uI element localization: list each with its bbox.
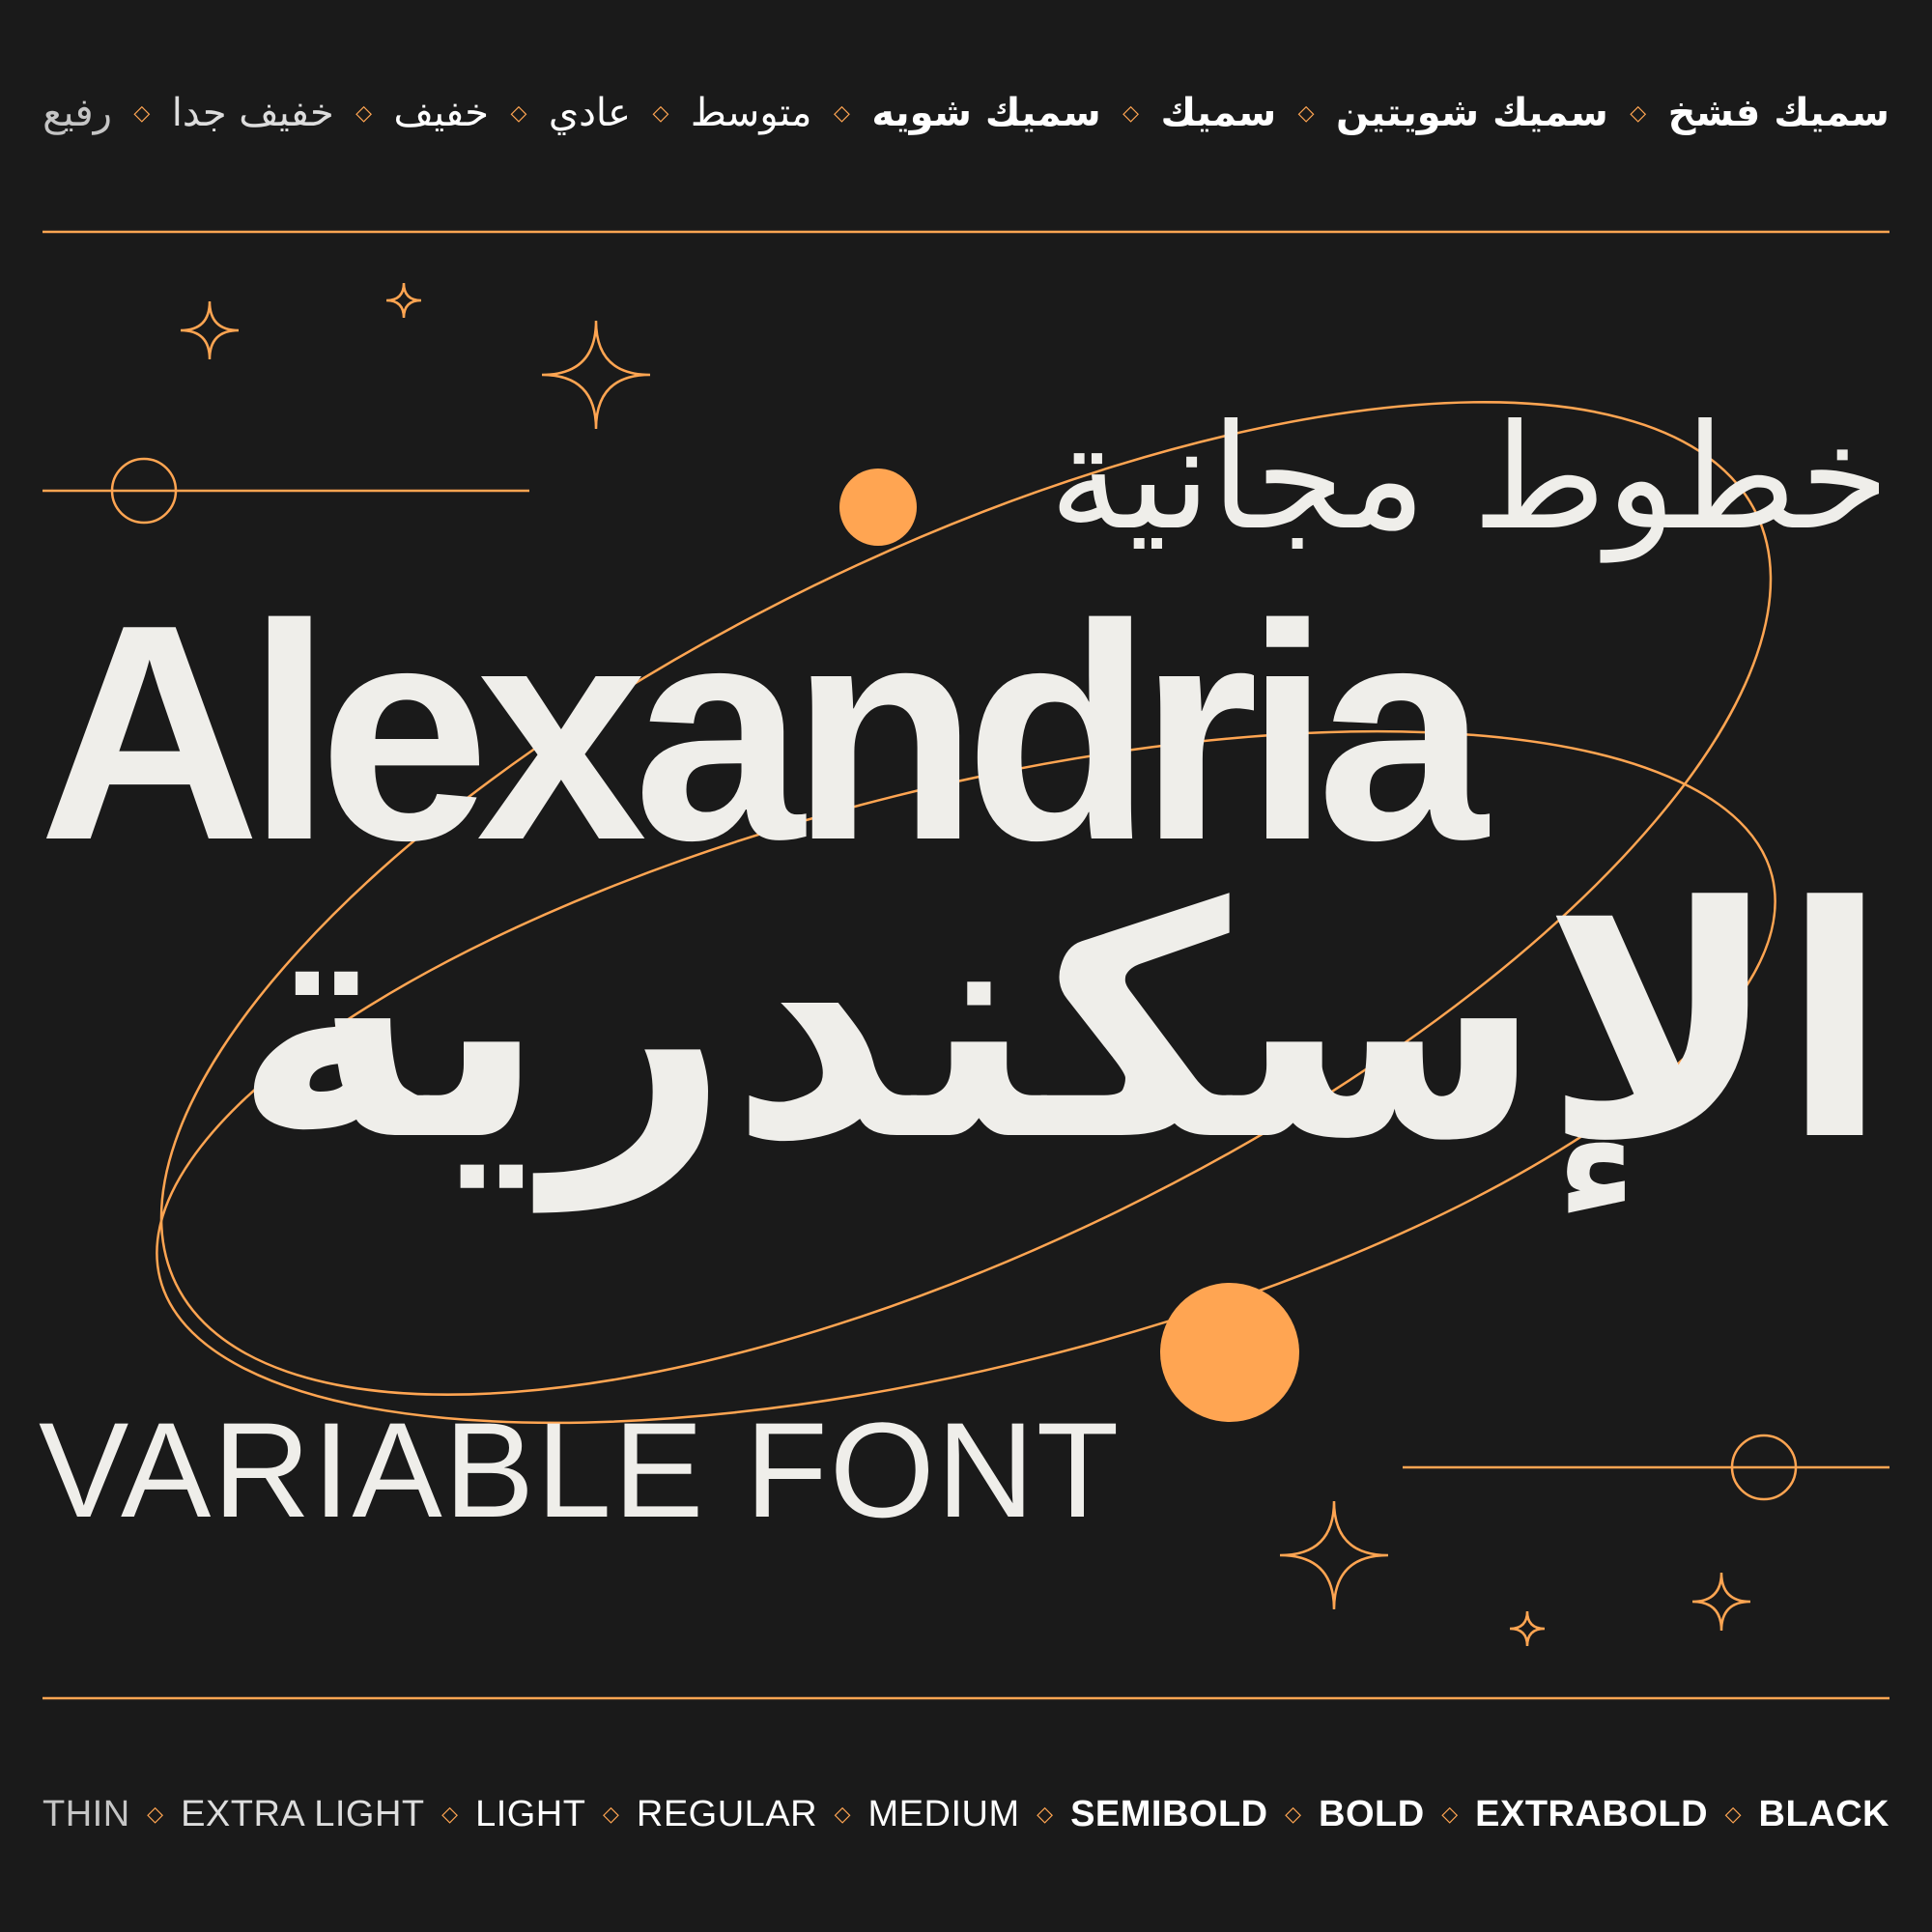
variable-font-label: VARIABLE FONT (39, 1394, 1122, 1546)
weight-thin: THIN (43, 1793, 130, 1834)
title-arabic: الإسكندرية (233, 839, 1889, 1210)
weight-regular: REGULAR (636, 1793, 818, 1834)
separator-diamond-icon: ◇ (1285, 1802, 1302, 1826)
sparkle-icon (1279, 1500, 1389, 1610)
separator-diamond-icon: ◇ (1297, 100, 1315, 126)
weight-extra-light: EXTRA LIGHT (181, 1793, 425, 1834)
poster: رفيع ◇ خفيف جدا ◇ خفيف ◇ عادي ◇ متوسط ◇ … (0, 0, 1932, 1932)
weight-bold: BOLD (1319, 1793, 1425, 1834)
weight-extrabold: EXTRABOLD (1475, 1793, 1709, 1834)
separator-diamond-icon: ◇ (833, 100, 850, 126)
separator-diamond-icon: ◇ (441, 1802, 459, 1826)
sparkle-icon (180, 300, 240, 360)
separator-diamond-icon: ◇ (1724, 1802, 1742, 1826)
arabic-subtitle-free-fonts: خطوط مجانية (1049, 394, 1889, 562)
sparkle-icon (541, 320, 651, 430)
weight-medium: MEDIUM (867, 1793, 1020, 1834)
separator-diamond-icon: ◇ (1630, 100, 1647, 126)
separator-diamond-icon: ◇ (147, 1802, 164, 1826)
arabic-weight-black: سميك فشخ (1667, 91, 1889, 135)
arabic-weight-extrabold: سميك شويتين (1336, 91, 1608, 135)
arabic-weight-light: خفيف (393, 91, 489, 135)
separator-diamond-icon: ◇ (1441, 1802, 1459, 1826)
arabic-weight-medium: متوسط (690, 91, 812, 135)
arabic-weight-regular: عادي (548, 91, 631, 135)
arabic-weights-row: رفيع ◇ خفيف جدا ◇ خفيف ◇ عادي ◇ متوسط ◇ … (43, 79, 1889, 147)
separator-diamond-icon: ◇ (510, 100, 527, 126)
separator-diamond-icon: ◇ (834, 1802, 852, 1826)
arabic-weight-bold: سميك (1160, 91, 1277, 135)
separator-diamond-icon: ◇ (1122, 100, 1140, 126)
weight-semibold: SEMIBOLD (1070, 1793, 1268, 1834)
separator-diamond-icon: ◇ (355, 100, 373, 126)
arabic-weight-thin: رفيع (43, 91, 112, 135)
large-planet (1160, 1283, 1299, 1422)
sparkle-icon (385, 282, 422, 319)
separator-diamond-icon: ◇ (1037, 1802, 1054, 1826)
sparkle-icon (1509, 1610, 1546, 1647)
arabic-weight-semibold: سميك شويه (871, 91, 1101, 135)
separator-diamond-icon: ◇ (602, 1802, 620, 1826)
separator-diamond-icon: ◇ (652, 100, 669, 126)
separator-diamond-icon: ◇ (133, 100, 151, 126)
english-weights-row: THIN ◇ EXTRA LIGHT ◇ LIGHT ◇ REGULAR ◇ M… (43, 1785, 1889, 1843)
sparkle-icon (1691, 1572, 1751, 1632)
arabic-weight-extra-light: خفيف جدا (171, 91, 334, 135)
weight-light: LIGHT (475, 1793, 586, 1834)
weight-black: BLACK (1758, 1793, 1889, 1834)
small-planet (839, 469, 917, 546)
